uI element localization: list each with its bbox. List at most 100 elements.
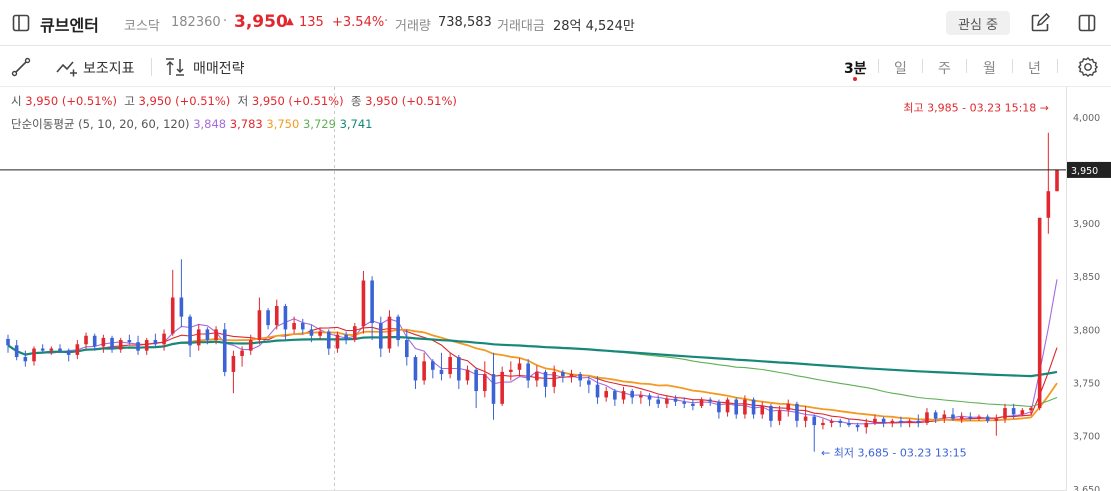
strategy-icon[interactable] [164,56,188,78]
volume-value: 738,583 [438,15,492,30]
candle-body [665,398,669,404]
ma10-value: 3,783 [229,117,263,131]
candle-body [647,395,652,400]
candle-body [196,329,201,346]
candle-body [873,418,877,423]
candle-body [1037,217,1042,409]
low-value: 3,950 (+0.51%) [251,94,344,108]
candle-body [387,316,392,349]
y-tick-label: 3,700 [1073,432,1100,443]
candle-body [699,399,704,406]
candle-body [491,374,496,404]
candle-body [92,335,97,347]
stock-name[interactable]: 큐브엔터 [40,12,99,36]
candle-body [812,416,817,426]
strategy-button[interactable]: 매매전략 [193,58,245,78]
candle-body [84,335,88,345]
candle-body [352,326,357,341]
candle-body [344,334,348,341]
open-value: 3,950 (+0.51%) [25,94,117,108]
candle-body [118,340,123,350]
chart-toolbar: 보조지표 매매전략 3분 일 주 월 년 [0,46,1111,87]
candle-body [58,348,62,351]
candle-body [543,371,548,387]
active-timeframe-dot [853,77,857,81]
candle-body [205,329,210,341]
y-tick-label: 3,750 [1073,379,1100,390]
ma-legend: 단순이동평균 (5, 10, 20, 60, 120) 3,848 3,783 … [11,116,373,132]
y-tick-label: 3,900 [1073,219,1100,230]
candle-body [656,399,661,404]
candle-body [170,297,175,334]
price-chart[interactable]: 4,000 3,900 3,850 3,800 3,750 3,700 3,650 3,95… [0,87,1111,491]
settings-gear-icon[interactable] [1076,55,1100,79]
candle-body [300,323,305,330]
candle-body [786,403,791,411]
candle-body [49,348,54,351]
candle-body [578,374,582,381]
draw-line-icon[interactable] [10,56,32,78]
trade-value-label: 거래대금 [497,19,545,34]
candle-body [23,357,28,362]
edit-icon[interactable] [1029,12,1051,34]
sidebar-toggle-icon[interactable] [10,12,32,34]
candle-body [14,345,19,358]
timeframe-year[interactable]: 년 [1028,58,1041,78]
timeframe-day[interactable]: 일 [894,58,907,78]
toolbar-divider [878,59,879,73]
low-label: 저 [237,94,249,108]
candlesticks [6,132,1059,452]
candle-body [751,399,756,415]
candle-body [907,420,912,423]
chart-overlay: 3,950 최고 3,985 - 03.23 15:18 → ← 최저 3,685 … [0,102,1111,460]
candle-body [431,361,435,370]
candle-body [404,340,409,358]
candle-body [240,350,244,356]
up-arrow-icon: ▲ [286,16,294,27]
candle-body [266,310,270,326]
candle-body [231,355,236,372]
candle-body [803,416,808,421]
candle-body [326,331,331,349]
separator-dot: · [223,14,228,29]
candle-body [725,399,730,413]
timeframe-3min[interactable]: 3분 [844,58,867,78]
candle-body [162,333,166,345]
candle-body [292,323,296,330]
candle-body [75,344,80,355]
y-tick-label: 3,650 [1073,485,1100,491]
candle-body [509,369,513,372]
candle-body [552,371,556,387]
timeframe-week[interactable]: 주 [938,58,951,78]
candle-body [32,348,36,362]
watchlist-button[interactable]: 관심 중 [946,11,1010,35]
panel-toggle-icon[interactable] [1076,12,1098,34]
toolbar-divider [1057,59,1058,73]
indicator-button[interactable]: 보조지표 [83,58,135,78]
candle-body [855,425,860,428]
ma-legend-label: 단순이동평균 (5, 10, 20, 60, 120) [11,117,190,131]
candle-body [361,280,366,327]
candle-body [517,363,522,370]
candle-body [1055,169,1059,192]
candle-body [188,316,192,346]
price-change: 135 [299,15,324,30]
candle-body [465,369,470,381]
timeframe-month[interactable]: 월 [983,58,996,78]
candle-body [396,316,400,341]
candle-body [335,334,340,349]
candle-body [378,323,383,349]
candle-body [439,369,444,375]
current-price: 3,950 [234,12,288,32]
indicator-icon[interactable] [55,56,79,78]
candle-body [760,405,765,415]
toolbar-divider [151,58,152,76]
ma5-line [7,279,1058,425]
ohlc-legend: 시 3,950 (+0.51%) 고 3,950 (+0.51%) 저 3,95… [11,93,457,109]
ma20-value: 3,750 [266,117,300,131]
candle-body [110,337,114,350]
candle-body [595,384,600,398]
candle-body [933,412,938,419]
close-value: 3,950 (+0.51%) [365,94,457,108]
candle-body [777,410,782,421]
